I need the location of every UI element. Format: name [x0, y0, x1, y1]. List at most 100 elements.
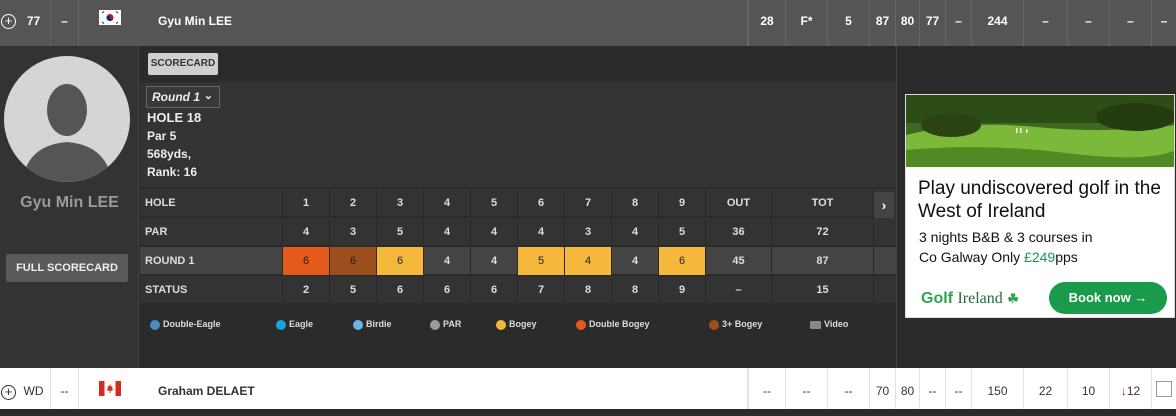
legend-item: 3+ Bogey	[709, 319, 762, 330]
legend-label: Birdie	[366, 319, 392, 329]
table-cell-par-label: PAR	[140, 218, 283, 246]
total: 244	[972, 0, 1024, 46]
plus-circle-icon[interactable]: +	[1, 14, 16, 29]
advertisement[interactable]: Play undiscovered golf in the West of Ir…	[905, 94, 1175, 318]
table-cell-status: 6	[377, 276, 424, 304]
table-cell-par: 4	[518, 218, 565, 246]
round-select-value: Round 1	[152, 90, 200, 104]
chevron-down-icon: ⌄	[203, 90, 213, 102]
ad-line-2: Co Galway Only £249pps	[919, 249, 1078, 265]
col-d	[1152, 368, 1176, 409]
col-b: –	[1068, 0, 1110, 46]
legend-label: PAR	[443, 319, 462, 329]
hole-rank: Rank: 16	[147, 165, 198, 179]
legend-item: Bogey	[496, 319, 537, 330]
table-cell-round: 6	[377, 247, 424, 275]
table-row-par: PAR 4 3 5 4 4 4 3 4 5 36 72	[140, 218, 896, 246]
round-2: 80	[896, 368, 920, 409]
leaderboard-row-gyu-min-lee[interactable]: + 77 – Gyu Min LEE 28 F* 5 87 80 77 – 24…	[0, 0, 1176, 46]
table-cell-hole: 6	[518, 189, 565, 217]
ad-logo-golf: Golf	[921, 290, 953, 307]
legend-label: 3+ Bogey	[722, 319, 763, 329]
table-cell-par: 3	[330, 218, 377, 246]
table-cell-par: 4	[424, 218, 471, 246]
round-4: --	[946, 368, 972, 409]
table-cell-round: 45	[706, 247, 772, 275]
scorecard-tab[interactable]: SCORECARD	[148, 53, 218, 75]
arrow-right-icon: →	[1134, 290, 1148, 305]
legend-label: Double Bogey	[589, 319, 650, 329]
table-cell-par: 4	[471, 218, 518, 246]
korea-flag-icon	[99, 10, 121, 25]
table-row-hole: HOLE 1 2 3 4 5 6 7 8 9 OUT TOT	[140, 189, 896, 217]
table-cell-hole: 2	[330, 189, 377, 217]
table-cell-status: 8	[565, 276, 612, 304]
legend-dot-icon	[576, 319, 586, 330]
table-cell-status-label: STATUS	[140, 276, 283, 304]
ad-headline: Play undiscovered golf in the West of Ir…	[918, 178, 1161, 222]
table-cell-round: 4	[471, 247, 518, 275]
canada-flag-icon	[99, 381, 121, 396]
player-name-link[interactable]: Gyu Min LEE	[143, 0, 748, 46]
expand-row-button[interactable]: +	[0, 0, 17, 46]
today-score: --	[828, 368, 870, 409]
book-now-button[interactable]: Book now →	[1049, 282, 1167, 314]
table-cell-status: –	[706, 276, 772, 304]
table-cell-hole: 1	[283, 189, 330, 217]
leaderboard-row-graham-delaet[interactable]: + WD -- Graham DELAET -- -- -- 70 80 -- …	[0, 368, 1176, 409]
table-cell-status: 15	[772, 276, 874, 304]
table-cell-hole-label: HOLE	[140, 189, 283, 217]
checkbox-icon[interactable]	[1156, 381, 1172, 397]
video-icon	[810, 320, 821, 329]
table-cell-round: 6	[283, 247, 330, 275]
ad-line-2-suffix: pps	[1055, 249, 1078, 265]
legend-item: Double-Eagle	[150, 319, 221, 330]
table-cell-hole: 9	[659, 189, 706, 217]
table-cell-hole: 4	[424, 189, 471, 217]
table-cell-round: 4	[612, 247, 659, 275]
hole-number: HOLE 18	[147, 110, 202, 125]
col-c: ↓12	[1110, 368, 1152, 409]
legend-item: Eagle	[276, 319, 313, 330]
player-name-link[interactable]: Graham DELAET	[143, 368, 748, 409]
col-c: –	[1110, 0, 1152, 46]
round-2: 80	[896, 0, 920, 46]
legend-label: Eagle	[289, 319, 314, 329]
ad-line-2-prefix: Co Galway Only	[919, 249, 1025, 265]
movement: --	[51, 368, 79, 409]
hole-info: Round 1 ⌄ HOLE 18 Par 5 568yds, Rank: 16	[140, 82, 896, 187]
col-a: –	[1024, 0, 1068, 46]
table-cell-round: 6	[330, 247, 377, 275]
expand-row-button[interactable]: +	[0, 368, 17, 409]
table-cell-status: 9	[659, 276, 706, 304]
movement: –	[51, 0, 79, 46]
legend-item: PAR	[430, 319, 461, 330]
hole-par: Par 5	[147, 129, 177, 143]
table-cell-par: 4	[283, 218, 330, 246]
chevron-right-icon[interactable]: ›	[874, 192, 894, 218]
scorecard-panel: SCORECARD Round 1 ⌄ HOLE 18 Par 5 568yds…	[140, 46, 896, 368]
person-silhouette-icon	[22, 84, 112, 182]
legend-label: Double-Eagle	[163, 319, 221, 329]
table-cell-par: 4	[612, 218, 659, 246]
round-3: --	[920, 368, 946, 409]
table-cell-par: 5	[659, 218, 706, 246]
table-cell-round: 5	[518, 247, 565, 275]
legend-label: Bogey	[509, 319, 537, 329]
round-3: 77	[920, 0, 946, 46]
table-cell-round: 4	[424, 247, 471, 275]
player-panel: Gyu Min LEE FULL SCORECARD	[0, 46, 139, 368]
round-1: 70	[870, 368, 896, 409]
legend-label: Video	[824, 319, 849, 329]
table-cell-par: 72	[772, 218, 874, 246]
f-marker: --	[786, 368, 828, 409]
total: 150	[972, 368, 1024, 409]
full-scorecard-button[interactable]: FULL SCORECARD	[6, 254, 128, 282]
golf-course-photo	[906, 95, 1174, 167]
col-d: –	[1160, 14, 1168, 28]
round-select[interactable]: Round 1 ⌄	[146, 86, 220, 108]
flag-cell	[79, 0, 143, 46]
plus-circle-icon[interactable]: +	[1, 385, 16, 400]
legend-dot-icon	[430, 319, 440, 330]
position: 77	[17, 0, 51, 46]
